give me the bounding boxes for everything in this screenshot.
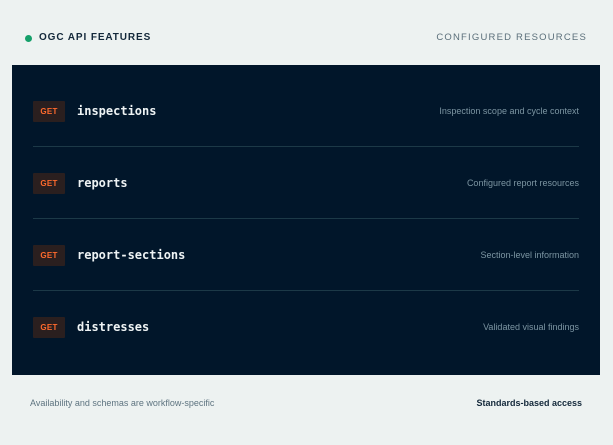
method-badge: GET bbox=[33, 173, 65, 194]
resource-row-reports[interactable]: GET reports Configured report resources bbox=[33, 147, 579, 219]
resource-description: Validated visual findings bbox=[483, 322, 579, 332]
method-badge: GET bbox=[33, 101, 65, 122]
brand: OGC API FEATURES bbox=[25, 33, 151, 43]
resource-description: Section-level information bbox=[480, 250, 579, 260]
method-badge: GET bbox=[33, 317, 65, 338]
resource-row-distresses[interactable]: GET distresses Validated visual findings bbox=[33, 291, 579, 363]
resource-description: Configured report resources bbox=[466, 178, 579, 188]
page-title: OGC API FEATURES bbox=[39, 32, 152, 43]
method-badge: GET bbox=[33, 245, 65, 266]
status-dot-icon bbox=[25, 34, 32, 42]
footer-label: Standards-based access bbox=[476, 398, 582, 408]
resource-name[interactable]: inspections bbox=[77, 104, 156, 118]
resource-row-inspections[interactable]: GET inspections Inspection scope and cyc… bbox=[33, 65, 579, 147]
resource-name[interactable]: distresses bbox=[77, 320, 149, 334]
resource-name[interactable]: reports bbox=[77, 176, 128, 190]
resource-list: GET inspections Inspection scope and cyc… bbox=[12, 65, 600, 375]
header: OGC API FEATURES CONFIGURED RESOURCES bbox=[0, 0, 613, 65]
section-label: CONFIGURED RESOURCES bbox=[436, 32, 587, 43]
resource-name[interactable]: report-sections bbox=[77, 248, 185, 262]
resource-row-report-sections[interactable]: GET report-sections Section-level inform… bbox=[33, 219, 579, 291]
footer-note: Availability and schemas are workflow-sp… bbox=[30, 398, 215, 408]
resource-description: Inspection scope and cycle context bbox=[439, 106, 579, 116]
